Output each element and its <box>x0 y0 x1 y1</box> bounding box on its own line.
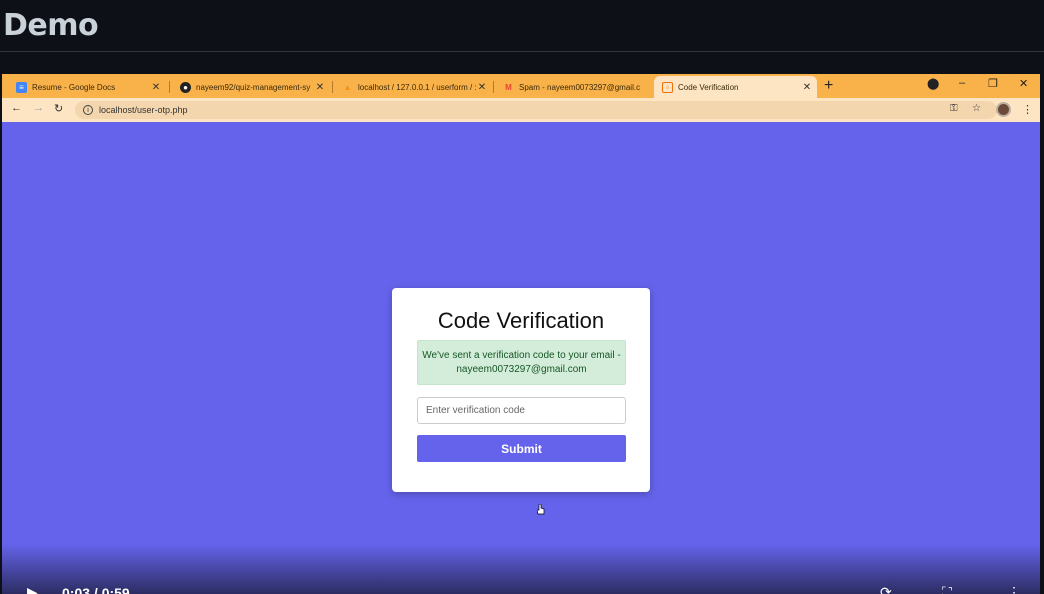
fullscreen-icon[interactable]: ⛶ <box>942 584 952 594</box>
tab-divider <box>169 81 170 93</box>
restore-icon[interactable]: ❐ <box>988 77 998 90</box>
avatar[interactable] <box>996 102 1011 117</box>
gmail-icon: M <box>505 82 512 92</box>
star-icon[interactable]: ☆ <box>972 103 981 114</box>
key-icon[interactable]: ⚿ <box>950 103 958 114</box>
tab-label: Spam - nayeem0073297@gmail.c <box>519 82 641 92</box>
tab-divider <box>493 81 494 93</box>
forward-icon[interactable]: → <box>33 102 44 114</box>
tab-gmail[interactable]: M Spam - nayeem0073297@gmail.c <box>495 76 653 98</box>
address-bar[interactable]: i localhost/user-otp.php <box>75 101 997 119</box>
close-icon[interactable]: ✕ <box>801 82 813 93</box>
info-icon[interactable]: i <box>83 105 93 115</box>
browser-toolbar: ← → ↻ i localhost/user-otp.php ⚿ ☆ <box>2 98 1040 122</box>
back-icon[interactable]: ← <box>11 102 22 114</box>
play-icon[interactable]: ▶ <box>27 584 38 594</box>
google-docs-icon: ≡ <box>16 81 27 93</box>
close-icon[interactable]: ✕ <box>314 82 326 93</box>
tab-label: localhost / 127.0.0.1 / userform / : <box>358 82 476 92</box>
verification-code-input[interactable] <box>417 397 626 424</box>
tab-search-icon[interactable]: ⬤ <box>927 77 939 90</box>
tab-label: Resume - Google Docs <box>32 82 116 92</box>
tab-divider <box>332 81 333 93</box>
tab-label: Code Verification <box>678 82 739 92</box>
hand-cursor-icon <box>537 504 545 515</box>
tab-phpmyadmin[interactable]: ▲ localhost / 127.0.0.1 / userform / : ✕ <box>334 76 492 98</box>
phpmyadmin-icon: ▲ <box>343 82 352 92</box>
submit-button[interactable]: Submit <box>417 435 626 462</box>
reload-icon[interactable]: ↻ <box>54 102 63 115</box>
more-options-icon[interactable]: ⋮ <box>1007 584 1021 594</box>
menu-icon[interactable]: ⋮ <box>1022 103 1033 116</box>
close-icon[interactable]: ✕ <box>476 82 488 93</box>
address-text: localhost/user-otp.php <box>99 105 188 115</box>
tab-resume[interactable]: ≡ Resume - Google Docs ✕ <box>8 76 166 98</box>
new-tab-button[interactable]: + <box>824 77 833 95</box>
close-icon[interactable]: ✕ <box>150 82 162 93</box>
browser-tab-strip: ≡ Resume - Google Docs ✕ ● nayeem92/quiz… <box>2 74 1040 98</box>
tab-code-verification[interactable]: ▫ Code Verification ✕ <box>654 76 817 98</box>
page-title: Demo <box>3 8 99 43</box>
tab-label: nayeem92/quiz-management-sy <box>196 82 311 92</box>
github-icon: ● <box>180 81 191 93</box>
video-time: 0:03 / 0:59 <box>62 585 130 594</box>
minimize-icon[interactable]: – <box>959 77 965 89</box>
close-window-icon[interactable]: ✕ <box>1019 77 1028 90</box>
video-player[interactable]: ≡ Resume - Google Docs ✕ ● nayeem92/quiz… <box>2 74 1040 594</box>
site-icon: ▫ <box>662 81 673 93</box>
autoplay-icon[interactable]: ⟳ <box>880 584 892 594</box>
tab-github[interactable]: ● nayeem92/quiz-management-sy ✕ <box>172 76 330 98</box>
verification-card: Code Verification We've sent a verificat… <box>392 288 650 492</box>
success-alert: We've sent a verification code to your e… <box>417 340 626 385</box>
page-header: Demo <box>0 0 1044 52</box>
card-title: Code Verification <box>437 308 605 333</box>
